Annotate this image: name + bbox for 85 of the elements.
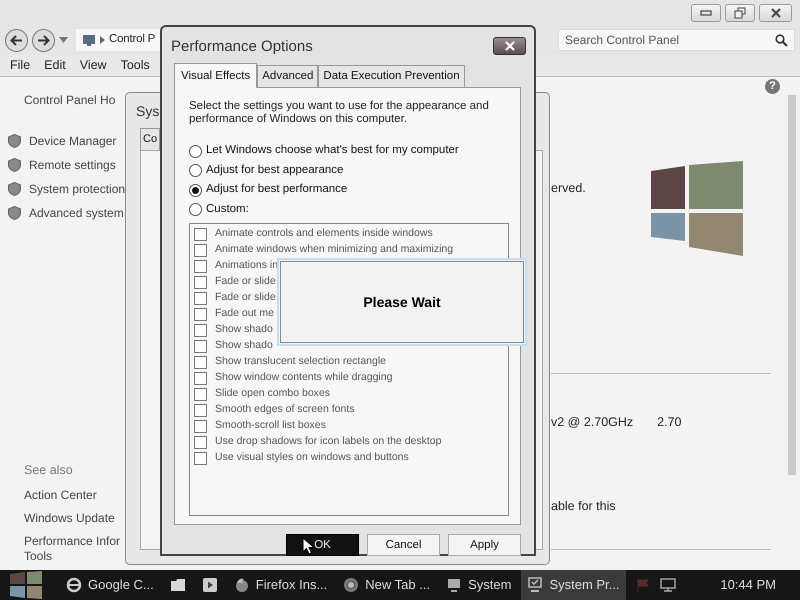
monitor-icon bbox=[660, 578, 676, 592]
wait-message: Please Wait bbox=[363, 292, 441, 312]
dialog-title: Sys bbox=[136, 102, 160, 121]
checkbox-option[interactable]: Show shado bbox=[194, 322, 273, 338]
pen-touch-text: able for this bbox=[551, 498, 617, 514]
see-also-link[interactable]: Action Center bbox=[24, 488, 126, 503]
shield-icon bbox=[8, 134, 21, 148]
dialog-button[interactable]: Cancel bbox=[367, 534, 440, 556]
processor-text: v2 @ 2.70GHz bbox=[551, 414, 634, 431]
control-panel-icon bbox=[82, 34, 96, 46]
checkbox-option[interactable]: Animate controls and elements inside windows bbox=[194, 226, 433, 242]
close-button[interactable] bbox=[493, 37, 526, 55]
checkbox-option[interactable]: Fade out me bbox=[194, 306, 274, 322]
close-icon bbox=[770, 6, 782, 18]
dialog-title: Performance Options bbox=[171, 36, 314, 57]
dialog-button[interactable]: Apply bbox=[448, 534, 521, 556]
see-also-link[interactable]: Windows Update bbox=[24, 510, 126, 526]
sidebar-link[interactable]: System protection bbox=[29, 180, 126, 198]
sidebar-link[interactable]: Device Manager bbox=[29, 132, 116, 150]
back-arrow-icon bbox=[10, 34, 23, 46]
dialog-button[interactable]: OK bbox=[286, 534, 359, 556]
flag-icon bbox=[636, 578, 650, 592]
taskbar-button[interactable]: New Tab ... bbox=[337, 570, 436, 600]
radio-option[interactable]: Adjust for best performance bbox=[189, 180, 508, 200]
windows-logo-icon bbox=[10, 571, 42, 599]
browser-icon bbox=[66, 577, 82, 593]
restore-button[interactable] bbox=[725, 4, 755, 22]
taskbar-button[interactable]: System bbox=[440, 570, 518, 600]
tab[interactable]: Data Execution Prevention bbox=[318, 65, 465, 88]
checkbox-option[interactable]: Fade or slide bbox=[194, 290, 276, 306]
clock-text: 10:44 PM bbox=[720, 576, 776, 594]
menu-item[interactable]: File bbox=[10, 56, 30, 75]
restore-icon bbox=[734, 6, 746, 18]
shield-icon bbox=[8, 206, 21, 220]
menu-item[interactable]: Tools bbox=[120, 56, 150, 75]
computer-icon bbox=[446, 577, 462, 593]
mouse-cursor-icon bbox=[302, 537, 314, 555]
menu-item[interactable]: Edit bbox=[44, 56, 66, 75]
close-button[interactable] bbox=[759, 4, 792, 22]
help-button[interactable]: ? bbox=[765, 79, 780, 94]
tab[interactable]: Co bbox=[140, 128, 160, 150]
see-also-heading: See also bbox=[24, 462, 74, 479]
checkbox-option[interactable]: Fade or slide bbox=[194, 274, 276, 290]
radio-option[interactable]: Custom: bbox=[189, 200, 508, 220]
control-panel-home-link[interactable]: Control Panel Ho bbox=[24, 91, 126, 109]
taskbar-button[interactable]: Google C... bbox=[60, 570, 160, 600]
chevron-icon bbox=[100, 36, 105, 44]
back-button[interactable] bbox=[5, 28, 28, 52]
checkbox-option[interactable]: Use visual styles on windows and buttons bbox=[194, 450, 409, 466]
breadcrumb-item[interactable]: Control P bbox=[109, 31, 156, 49]
browser-icon bbox=[343, 577, 360, 593]
sidebar-link[interactable]: Remote settings bbox=[29, 156, 116, 174]
forward-arrow-icon bbox=[37, 34, 50, 46]
tab[interactable]: Visual Effects bbox=[174, 63, 258, 88]
checkbox-option[interactable]: Show shado bbox=[194, 338, 273, 354]
checkbox-option[interactable]: Smooth edges of screen fonts bbox=[194, 402, 354, 418]
computer-check-icon bbox=[527, 577, 544, 593]
radio-option[interactable]: Adjust for best appearance bbox=[189, 160, 508, 180]
checkbox-option[interactable]: Show window contents while dragging bbox=[194, 370, 392, 386]
play-icon bbox=[202, 577, 218, 593]
forward-button[interactable] bbox=[32, 28, 55, 52]
checkbox-option[interactable]: Show translucent selection rectangle bbox=[194, 354, 386, 370]
close-icon bbox=[504, 40, 516, 52]
search-field[interactable]: Search Control Panel bbox=[558, 29, 795, 51]
folder-icon bbox=[170, 577, 186, 593]
minimize-button[interactable] bbox=[691, 4, 721, 22]
copyright-text: erved. bbox=[551, 180, 587, 197]
checkbox-option[interactable]: Use drop shadows for icon labels on the desktop bbox=[194, 434, 442, 450]
dropdown-caret-icon[interactable] bbox=[59, 37, 68, 43]
checkbox-option[interactable]: Animate windows when minimizing and maximizing bbox=[194, 242, 454, 258]
shield-icon bbox=[8, 182, 21, 196]
sidebar-link[interactable]: Advanced system bbox=[29, 204, 124, 222]
processor-speed-text: 2.70 bbox=[657, 414, 682, 431]
taskbar-button[interactable]: System Pr... bbox=[521, 570, 626, 600]
menu-item[interactable]: View bbox=[80, 56, 107, 75]
radio-option[interactable]: Let Windows choose what's best for my computer bbox=[189, 141, 508, 161]
shield-icon bbox=[8, 158, 21, 172]
taskbar-button[interactable]: Firefox Ins... bbox=[228, 570, 334, 600]
see-also-link[interactable]: Performance Infor Tools bbox=[24, 534, 126, 564]
minimize-icon bbox=[700, 10, 712, 16]
scrollbar[interactable] bbox=[788, 95, 796, 475]
tab[interactable]: Advanced bbox=[257, 65, 318, 88]
checkbox-option[interactable]: Smooth-scroll list boxes bbox=[194, 418, 326, 434]
intro-text: Select the settings you want to use for the appearance and performance of Windows on this computer. bbox=[189, 100, 490, 126]
checkbox-option[interactable]: Slide open combo boxes bbox=[194, 386, 330, 402]
